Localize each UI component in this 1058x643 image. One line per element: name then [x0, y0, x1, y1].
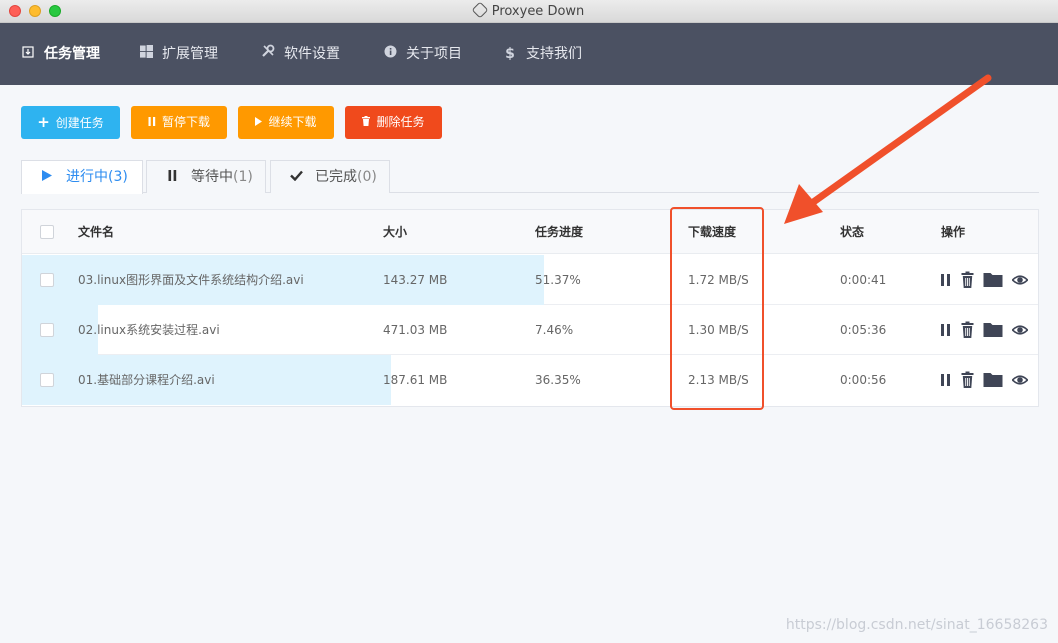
row-size: 143.27 MB	[383, 273, 448, 287]
eye-icon[interactable]	[1011, 271, 1029, 289]
window-titlebar: Proxyee Down	[0, 0, 1058, 23]
windows-icon	[138, 23, 154, 85]
watermark-text: https://blog.csdn.net/sinat_16658263	[785, 617, 1048, 633]
play-icon	[38, 161, 56, 194]
annotation-highlight-box	[670, 207, 764, 410]
resume-download-button[interactable]: 继续下载	[238, 106, 334, 139]
folder-icon[interactable]	[983, 371, 1003, 389]
header-status[interactable]: 状态	[840, 210, 864, 254]
select-all-checkbox[interactable]	[40, 225, 54, 239]
tab-label: 进行中	[66, 169, 108, 185]
eye-icon[interactable]	[1011, 371, 1029, 389]
trash-icon	[362, 106, 371, 139]
row-checkbox[interactable]	[40, 373, 54, 387]
plus-icon: +	[37, 113, 50, 131]
eye-icon[interactable]	[1011, 321, 1029, 339]
header-actions: 操作	[941, 225, 966, 239]
nav-item-task-management[interactable]: 任务管理	[20, 23, 100, 85]
resume-download-label: 继续下载	[268, 115, 317, 129]
window-title: Proxyee Down	[0, 1, 1058, 19]
download-box-icon	[20, 23, 36, 85]
pause-icon[interactable]	[940, 321, 951, 339]
row-size: 471.03 MB	[383, 323, 448, 337]
table-row[interactable]: 02.linux系统安装过程.avi 471.03 MB 7.46% 1.30 …	[22, 305, 1038, 355]
table-header: 文件名 大小 任务进度 下载速度 状态 操作	[22, 210, 1038, 254]
table-row[interactable]: 01.基础部分课程介绍.avi 187.61 MB 36.35% 2.13 MB…	[22, 355, 1038, 405]
tab-completed[interactable]: 已完成(0)	[270, 160, 390, 193]
row-size: 187.61 MB	[383, 373, 448, 387]
dollar-icon: $	[505, 46, 515, 62]
nav-item-extensions[interactable]: 扩展管理	[138, 23, 218, 85]
row-status: 0:00:56	[840, 373, 887, 387]
tab-waiting[interactable]: 等待中(1)	[146, 160, 266, 193]
delete-task-button[interactable]: 删除任务	[345, 106, 442, 139]
nav-label: 任务管理	[44, 46, 100, 62]
app-logo-icon	[471, 1, 489, 19]
pause-icon	[163, 161, 181, 194]
pause-icon	[148, 106, 156, 139]
row-progress: 7.46%	[535, 323, 574, 337]
row-status: 0:00:41	[840, 273, 887, 287]
nav-label: 支持我们	[526, 46, 582, 62]
play-icon	[255, 106, 263, 139]
tools-icon	[260, 23, 276, 85]
row-filename: 03.linux图形界面及文件系统结构介绍.avi	[78, 273, 304, 287]
tab-in-progress[interactable]: 进行中(3)	[21, 160, 143, 194]
create-task-label: 创建任务	[55, 116, 104, 130]
header-size[interactable]: 大小	[383, 210, 407, 254]
delete-task-label: 删除任务	[376, 115, 425, 129]
tab-count: (0)	[357, 169, 377, 185]
pause-icon[interactable]	[940, 371, 951, 389]
row-filename: 01.基础部分课程介绍.avi	[78, 373, 215, 387]
window-title-text: Proxyee Down	[491, 4, 585, 19]
nav-label: 扩展管理	[162, 46, 218, 62]
nav-item-settings[interactable]: 软件设置	[260, 23, 340, 85]
row-progress: 36.35%	[535, 373, 581, 387]
row-status: 0:05:36	[840, 323, 887, 337]
folder-icon[interactable]	[983, 271, 1003, 289]
nav-label: 关于项目	[406, 46, 462, 62]
trash-icon[interactable]	[961, 321, 974, 339]
tab-count: (3)	[108, 169, 128, 185]
row-checkbox[interactable]	[40, 273, 54, 287]
row-progress: 51.37%	[535, 273, 581, 287]
nav-label: 软件设置	[284, 46, 340, 62]
pause-icon[interactable]	[940, 271, 951, 289]
trash-icon[interactable]	[961, 371, 974, 389]
header-filename[interactable]: 文件名	[78, 210, 114, 254]
info-icon	[382, 23, 398, 85]
main-nav: 任务管理 扩展管理 软件设置 关于项目 $ 支持我们	[0, 23, 1058, 85]
tab-label: 等待中	[191, 169, 233, 185]
nav-item-support[interactable]: $ 支持我们	[502, 23, 582, 85]
trash-icon[interactable]	[961, 271, 974, 289]
tab-count: (1)	[233, 169, 253, 185]
check-icon	[287, 161, 305, 194]
create-task-button[interactable]: + 创建任务	[21, 106, 120, 139]
row-checkbox[interactable]	[40, 323, 54, 337]
pause-download-label: 暂停下载	[161, 115, 210, 129]
task-table: 文件名 大小 任务进度 下载速度 状态 操作 03.linux图形界面及文件系统…	[21, 209, 1039, 407]
row-filename: 02.linux系统安装过程.avi	[78, 323, 220, 337]
header-progress[interactable]: 任务进度	[535, 210, 583, 254]
folder-icon[interactable]	[983, 321, 1003, 339]
nav-item-about[interactable]: 关于项目	[382, 23, 462, 85]
pause-download-button[interactable]: 暂停下载	[131, 106, 227, 139]
table-row[interactable]: 03.linux图形界面及文件系统结构介绍.avi 143.27 MB 51.3…	[22, 255, 1038, 305]
tab-label: 已完成	[315, 169, 357, 185]
